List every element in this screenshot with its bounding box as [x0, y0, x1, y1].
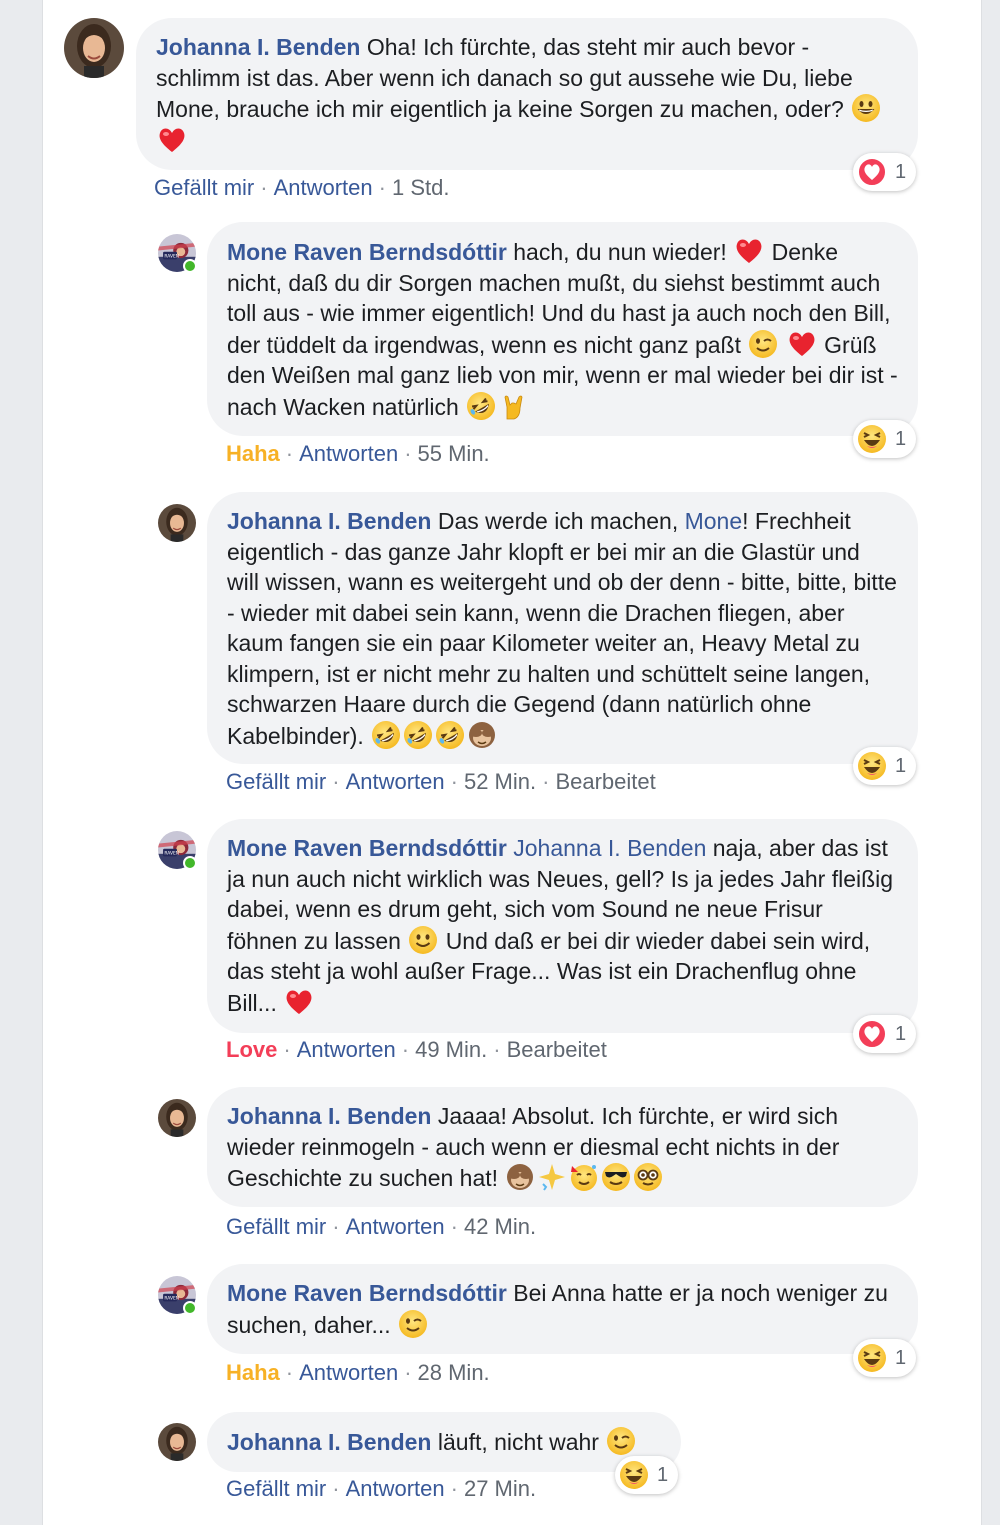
reaction-count: 1 — [895, 160, 907, 183]
mention-link[interactable]: Johanna I. Benden — [513, 835, 706, 861]
like-button[interactable]: Love — [226, 1037, 277, 1062]
reaction-summary[interactable]: 1 — [853, 1015, 917, 1053]
comment-text: ! Frechheit eigentlich - das ganze Jahr … — [227, 508, 897, 749]
reaction-count: 1 — [895, 1346, 907, 1369]
like-button[interactable]: Gefällt mir — [226, 769, 326, 794]
reply-button[interactable]: Antworten — [346, 769, 445, 794]
like-button[interactable]: Gefällt mir — [226, 1214, 326, 1239]
reaction-summary[interactable]: 1 — [853, 1339, 917, 1377]
edited-label[interactable]: Bearbeitet — [507, 1037, 607, 1062]
comment-timestamp[interactable]: 52 Min. — [464, 769, 536, 794]
rofl-emoji-icon — [403, 720, 433, 750]
comment-timestamp[interactable]: 55 Min. — [418, 441, 490, 466]
like-button[interactable]: Gefällt mir — [154, 175, 254, 200]
see-no-evil-monkey-emoji-icon — [505, 1162, 535, 1192]
comment-bubble: Mone Raven Berndsdóttir hach, du nun wie… — [207, 222, 918, 436]
reaction-count: 1 — [657, 1463, 669, 1486]
comment-actions: Love · Antworten · 49 Min. · Bearbeitet — [226, 1037, 607, 1062]
reaction-summary[interactable]: 1 — [853, 153, 917, 191]
edited-label[interactable]: Bearbeitet — [555, 769, 655, 794]
reply-button[interactable]: Antworten — [297, 1037, 396, 1062]
avatar-johanna[interactable] — [64, 18, 124, 78]
reply-button[interactable]: Antworten — [299, 1360, 398, 1385]
reply-button[interactable]: Antworten — [299, 441, 398, 466]
heart-emoji-icon — [734, 236, 764, 266]
reaction-summary[interactable]: 1 — [853, 420, 917, 458]
comment-actions: Gefällt mir · Antworten · 42 Min. — [226, 1214, 537, 1239]
comment-actions: Haha · Antworten · 55 Min. — [226, 441, 490, 466]
reaction-count: 1 — [895, 754, 907, 777]
reaction-summary[interactable]: 1 — [615, 1456, 679, 1494]
heart-emoji-icon — [284, 987, 314, 1017]
reply-button[interactable]: Antworten — [346, 1214, 445, 1239]
smiling-emoji-icon — [408, 925, 438, 955]
comment-timestamp[interactable]: 49 Min. — [415, 1037, 487, 1062]
sunglasses-emoji-icon — [601, 1162, 631, 1192]
comment-bubble: Johanna I. Benden läuft, nicht wahr — [207, 1412, 681, 1472]
comment-bubble: Johanna I. Benden Oha! Ich fürchte, das … — [136, 18, 918, 170]
comment-timestamp[interactable]: 1 Std. — [392, 175, 449, 200]
comment-text: Das werde ich machen, — [437, 508, 679, 534]
comment-actions: Gefällt mir · Antworten · 27 Min. — [226, 1476, 537, 1501]
comment-author[interactable]: Johanna I. Benden — [227, 1429, 431, 1455]
comment-actions: Haha · Antworten · 28 Min. — [226, 1360, 490, 1385]
haha-reaction-icon — [619, 1460, 649, 1490]
comment-timestamp[interactable]: 42 Min. — [464, 1214, 536, 1239]
avatar-johanna[interactable] — [158, 504, 196, 542]
heart-emoji-icon — [787, 329, 817, 359]
like-button[interactable]: Gefällt mir — [226, 1476, 326, 1501]
comment-author[interactable]: Mone Raven Berndsdóttir — [227, 1280, 507, 1306]
comment-author[interactable]: Mone Raven Berndsdóttir — [227, 835, 507, 861]
comment-bubble: Mone Raven Berndsdóttir Bei Anna hatte e… — [207, 1264, 918, 1354]
comment-bubble: Johanna I. Benden Jaaaa! Absolut. Ich fü… — [207, 1087, 918, 1207]
mention-link[interactable]: Mone — [685, 508, 743, 534]
winking-emoji-icon — [606, 1426, 636, 1456]
like-button[interactable]: Haha — [226, 1360, 280, 1385]
grinning-emoji-icon — [851, 93, 881, 123]
comment-text: läuft, nicht wahr — [437, 1429, 599, 1455]
comment-timestamp[interactable]: 27 Min. — [464, 1476, 536, 1501]
reply-button[interactable]: Antworten — [274, 175, 373, 200]
comment-author[interactable]: Johanna I. Benden — [227, 1103, 431, 1129]
rofl-emoji-icon — [466, 391, 496, 421]
comment-author[interactable]: Johanna I. Benden — [156, 34, 360, 60]
comment-bubble: Mone Raven Berndsdóttir Johanna I. Bende… — [207, 819, 918, 1033]
haha-reaction-icon — [857, 424, 887, 454]
comment-bubble: Johanna I. Benden Das werde ich machen, … — [207, 492, 918, 764]
like-button[interactable]: Haha — [226, 441, 280, 466]
reaction-summary[interactable]: 1 — [853, 747, 917, 785]
partying-face-emoji-icon — [569, 1162, 599, 1192]
winking-emoji-icon — [398, 1309, 428, 1339]
comment-author[interactable]: Johanna I. Benden — [227, 508, 431, 534]
comment-text: hach, du nun wieder! — [513, 239, 727, 265]
rofl-emoji-icon — [435, 720, 465, 750]
reply-button[interactable]: Antworten — [346, 1476, 445, 1501]
rock-hand-emoji-icon — [498, 391, 528, 421]
see-no-evil-monkey-emoji-icon — [467, 720, 497, 750]
winking-emoji-icon — [748, 329, 778, 359]
online-status-dot — [183, 1301, 197, 1315]
avatar-johanna[interactable] — [158, 1423, 196, 1461]
haha-reaction-icon — [857, 751, 887, 781]
rofl-emoji-icon — [371, 720, 401, 750]
comment-actions: Gefällt mir · Antworten · 1 Std. — [154, 175, 450, 200]
reaction-count: 1 — [895, 1022, 907, 1045]
haha-reaction-icon — [857, 1343, 887, 1373]
love-reaction-icon — [857, 157, 887, 187]
love-reaction-icon — [857, 1019, 887, 1049]
reaction-count: 1 — [895, 427, 907, 450]
heart-emoji-icon — [157, 125, 187, 155]
sparkle-emoji-icon — [537, 1162, 567, 1192]
comment-author[interactable]: Mone Raven Berndsdóttir — [227, 239, 507, 265]
avatar-johanna[interactable] — [158, 1099, 196, 1137]
comment-actions: Gefällt mir · Antworten · 52 Min. · Bearbeitet — [226, 769, 656, 794]
nerd-face-emoji-icon — [633, 1162, 663, 1192]
online-status-dot — [183, 259, 197, 273]
online-status-dot — [183, 856, 197, 870]
comment-timestamp[interactable]: 28 Min. — [418, 1360, 490, 1385]
